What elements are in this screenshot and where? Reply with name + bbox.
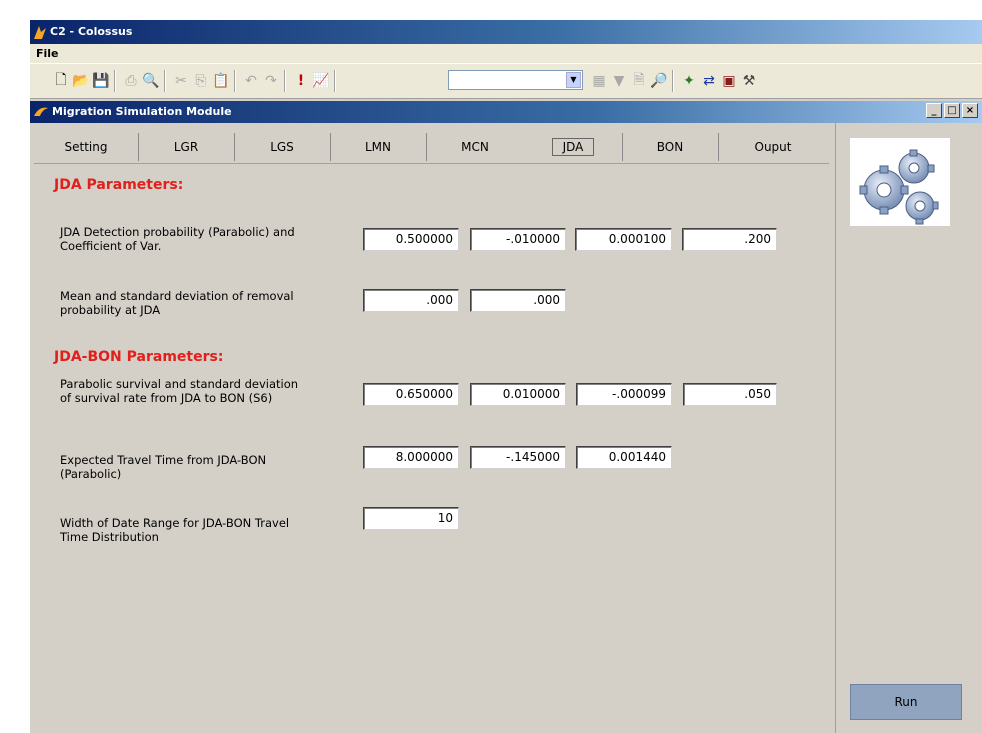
app-title: C2 - Colossus [50, 25, 133, 38]
tab-bon[interactable]: BON [622, 133, 719, 161]
close-button[interactable]: × [962, 103, 978, 118]
undo-icon[interactable]: ↶ [242, 72, 260, 90]
grid-icon[interactable]: ▦ [590, 72, 608, 90]
tab-jda[interactable]: JDA [524, 133, 623, 161]
maximize-button[interactable]: □ [944, 103, 960, 118]
menu-file[interactable]: File [36, 47, 59, 60]
exclamation-icon[interactable]: ! [292, 72, 310, 90]
date-range-field[interactable]: 10 [363, 507, 459, 530]
copy-icon[interactable]: ⎘ [192, 72, 210, 90]
jda-bon-survival-label: Parabolic survival and standard deviatio… [60, 377, 299, 405]
minimize-button[interactable]: _ [926, 103, 942, 118]
jda-detection-cv-field[interactable]: .200 [682, 228, 777, 251]
parameter-panel: Setting LGR LGS LMN MCN JDA BON Ouput JD… [30, 123, 836, 733]
tools-icon[interactable]: ⚒ [740, 72, 758, 90]
travel-time-c-field[interactable]: 0.001440 [576, 446, 672, 469]
date-range-label: Width of Date Range for JDA-BON Travel T… [60, 516, 290, 544]
run-button[interactable]: Run [850, 684, 962, 720]
module-title: Migration Simulation Module [52, 105, 232, 118]
import-icon[interactable]: ⇄ [700, 72, 718, 90]
properties-icon[interactable]: 🗎 [630, 72, 648, 90]
jda-detection-label: JDA Detection probability (Parabolic) an… [60, 225, 295, 253]
jda-heading: JDA Parameters: [54, 177, 184, 193]
jda-bon-survival-sd-field[interactable]: .050 [683, 383, 777, 406]
cut-icon[interactable]: ✂ [172, 72, 190, 90]
jda-removal-mean-field[interactable]: .000 [363, 289, 459, 312]
menubar: File [30, 44, 982, 63]
tab-lmn[interactable]: LMN [330, 133, 427, 161]
tab-setting[interactable]: Setting [34, 133, 139, 161]
side-panel: Run [836, 123, 982, 733]
app-logo-icon [34, 26, 46, 39]
jda-detection-b-field[interactable]: -.010000 [470, 228, 566, 251]
paste-icon[interactable]: 📋 [212, 72, 230, 90]
chart-icon[interactable]: 📈 [312, 72, 330, 90]
toolbar-combo[interactable]: ▼ [448, 70, 583, 90]
open-folder-icon[interactable]: 📂 [72, 72, 90, 90]
gears-image [850, 138, 950, 226]
wizard-icon[interactable]: ✦ [680, 72, 698, 90]
travel-time-label: Expected Travel Time from JDA-BON (Parab… [60, 453, 267, 481]
module-icon [34, 107, 48, 116]
window-icon[interactable]: ▣ [720, 72, 738, 90]
tab-strip: Setting LGR LGS LMN MCN JDA BON Ouput [34, 133, 829, 163]
gears-icon [859, 149, 939, 225]
tab-lgr[interactable]: LGR [138, 133, 235, 161]
jda-detection-a-field[interactable]: 0.500000 [363, 228, 459, 251]
app-window: C2 - Colossus File 🗋 📂 💾 ⎙ 🔍 ✂ ⎘ 📋 ↶ ↷ !… [30, 20, 982, 733]
jda-bon-heading: JDA-BON Parameters: [54, 349, 224, 365]
save-icon[interactable]: 💾 [92, 72, 110, 90]
print-preview-icon[interactable]: 🔍 [142, 72, 160, 90]
find-icon[interactable]: 🔎 [650, 72, 668, 90]
jda-removal-sd-field[interactable]: .000 [470, 289, 566, 312]
redo-icon[interactable]: ↷ [262, 72, 280, 90]
print-icon[interactable]: ⎙ [122, 72, 140, 90]
toolbar: 🗋 📂 💾 ⎙ 🔍 ✂ ⎘ 📋 ↶ ↷ ! 📈 ▼ ▦ ▼ 🗎 🔎 ✦ ⇄ ▣ … [30, 63, 982, 99]
jda-detection-c-field[interactable]: 0.000100 [575, 228, 672, 251]
jda-removal-label: Mean and standard deviation of removal p… [60, 289, 294, 317]
tab-mcn[interactable]: MCN [426, 133, 525, 161]
tab-lgs[interactable]: LGS [234, 133, 331, 161]
tab-output[interactable]: Ouput [718, 133, 828, 161]
chevron-down-icon[interactable]: ▼ [566, 72, 581, 88]
jda-bon-survival-b-field[interactable]: 0.010000 [470, 383, 566, 406]
travel-time-b-field[interactable]: -.145000 [470, 446, 566, 469]
new-file-icon[interactable]: 🗋 [52, 72, 70, 90]
jda-bon-survival-a-field[interactable]: 0.650000 [363, 383, 459, 406]
jda-bon-survival-c-field[interactable]: -.000099 [576, 383, 672, 406]
app-titlebar[interactable]: C2 - Colossus [30, 20, 982, 44]
travel-time-a-field[interactable]: 8.000000 [363, 446, 459, 469]
filter-icon[interactable]: ▼ [610, 72, 628, 90]
module-titlebar[interactable]: Migration Simulation Module _ □ × [30, 101, 982, 123]
